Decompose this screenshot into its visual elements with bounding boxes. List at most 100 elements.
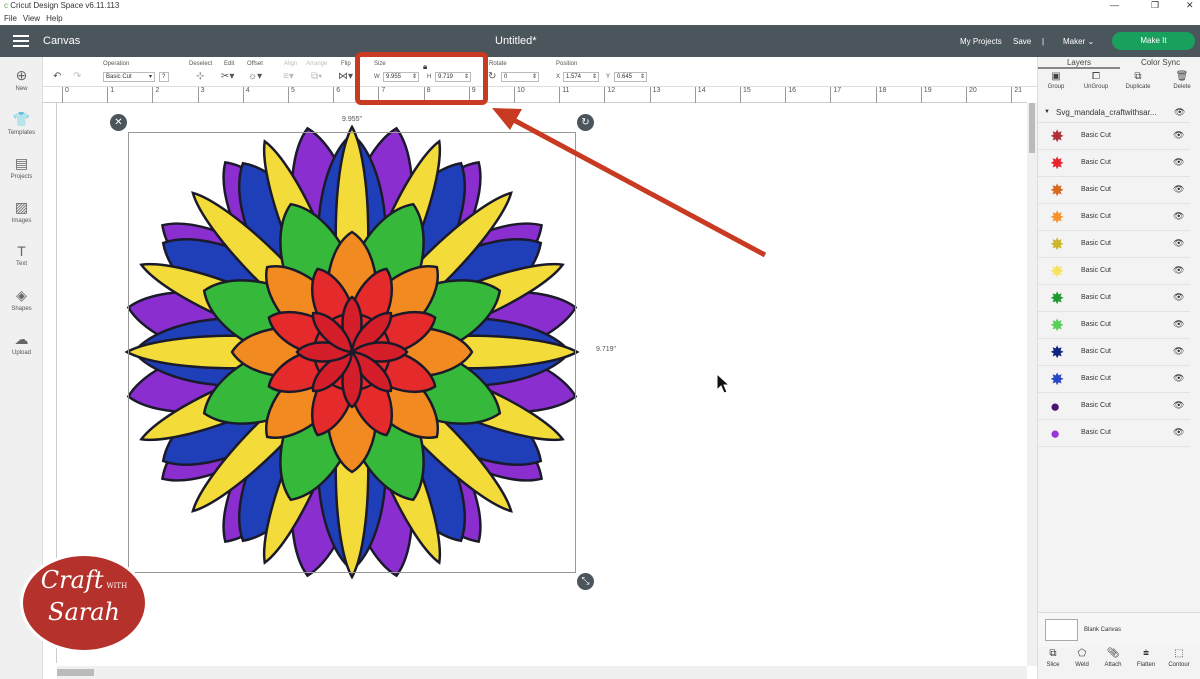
layer-thumbnail-icon: ✸ — [1050, 316, 1065, 335]
layer-name: Basic Cut — [1081, 348, 1111, 355]
sidebar-item-images[interactable]: ▨ Images — [0, 199, 43, 224]
weld-button[interactable]: ⬠ Weld — [1066, 648, 1098, 668]
flip-label: Flip — [341, 61, 351, 67]
top-header: Canvas Untitled* My Projects Save | Make… — [0, 25, 1200, 57]
flatten-button[interactable]: ⩧ Flatten — [1130, 648, 1162, 668]
x-value: 1.574 — [566, 74, 582, 80]
resize-handle-icon[interactable]: ⤡ — [577, 573, 594, 590]
layer-thumbnail-icon: ✸ — [1050, 289, 1065, 308]
vertical-scrollbar[interactable] — [1027, 103, 1037, 666]
eye-icon[interactable]: 👁︎ — [1173, 238, 1184, 249]
deselect-icon[interactable]: ⊹ — [196, 71, 204, 82]
y-label: Y — [606, 74, 611, 80]
eye-icon[interactable]: 👁︎ — [1173, 265, 1184, 276]
make-it-label: Make It — [1140, 36, 1167, 45]
layer-thumbnail-icon: ✸ — [1050, 154, 1065, 173]
layer-name: Basic Cut — [1081, 402, 1111, 409]
rotate-input[interactable]: 0 ⇕ — [501, 72, 539, 82]
layer-row[interactable]: ✸ Basic Cut 👁︎ — [1038, 150, 1190, 177]
layers-panel: Layers Color Sync ▣ Group ⧠ UnGroup ⧉ Dupli… — [1037, 57, 1200, 679]
close-window-button[interactable]: ✕ — [1186, 0, 1194, 11]
contour-label: Contour — [1168, 662, 1190, 668]
machine-select[interactable]: Maker ⌄ — [1063, 37, 1094, 46]
group-icon: ▣ — [1051, 71, 1061, 82]
expand-caret-icon[interactable]: ▼ — [1044, 109, 1050, 115]
save-button[interactable]: Save — [1013, 37, 1031, 46]
rotate-label: Rotate — [489, 61, 507, 67]
arrange-icon[interactable]: ⧉▾ — [311, 71, 322, 82]
menu-help[interactable]: Help — [46, 14, 62, 23]
slice-button[interactable]: ⧉ Slice — [1037, 648, 1069, 668]
menu-view[interactable]: View — [23, 14, 40, 23]
eye-icon[interactable]: 👁︎ — [1173, 211, 1184, 222]
sidebar-item-label: Text — [15, 261, 27, 267]
layer-row[interactable]: ✸ Basic Cut 👁︎ — [1038, 312, 1190, 339]
eye-icon[interactable]: 👁︎ — [1173, 184, 1184, 195]
sidebar-item-shapes[interactable]: ◈ Shapes — [0, 287, 43, 312]
help-button[interactable]: ? — [159, 72, 169, 82]
blank-canvas-row[interactable]: Blank Canvas — [1038, 612, 1200, 647]
layer-row[interactable]: ✸ Basic Cut 👁︎ — [1038, 123, 1190, 150]
eye-icon[interactable]: 👁︎ — [1173, 319, 1184, 330]
hamburger-menu-icon[interactable] — [13, 35, 29, 47]
operation-select[interactable]: Basic Cut ▾ — [103, 72, 155, 82]
layer-name: Basic Cut — [1081, 240, 1111, 247]
layer-row[interactable]: ● Basic Cut 👁︎ — [1038, 420, 1190, 447]
eye-icon[interactable]: 👁︎ — [1173, 157, 1184, 168]
duplicate-button[interactable]: ⧉ Duplicate — [1118, 71, 1158, 90]
offset-icon[interactable]: ☼▾ — [248, 71, 262, 82]
layer-row[interactable]: ✸ Basic Cut 👁︎ — [1038, 204, 1190, 231]
contour-button[interactable]: ⬚ Contour — [1163, 648, 1195, 668]
ungroup-icon: ⧠ — [1092, 71, 1100, 82]
flatten-label: Flatten — [1136, 662, 1156, 668]
flip-icon[interactable]: ⋈▾ — [338, 71, 353, 82]
make-it-button[interactable]: Make It — [1112, 32, 1195, 50]
minimize-button[interactable]: — — [1110, 0, 1119, 10]
layer-name: Basic Cut — [1081, 132, 1111, 139]
eye-icon[interactable]: 👁︎ — [1173, 346, 1184, 357]
layer-row[interactable]: ✸ Basic Cut 👁︎ — [1038, 366, 1190, 393]
menu-file[interactable]: File — [4, 14, 17, 23]
layer-row[interactable]: ✸ Basic Cut 👁︎ — [1038, 231, 1190, 258]
eye-icon[interactable]: 👁︎ — [1173, 427, 1184, 438]
x-input[interactable]: 1.574 ⇕ — [563, 72, 599, 82]
edit-scissors-icon[interactable]: ✂▾ — [221, 71, 234, 82]
delete-handle-icon[interactable]: ✕ — [110, 114, 127, 131]
eye-icon[interactable]: 👁︎ — [1173, 373, 1184, 384]
sidebar-item-new[interactable]: ⊕ New — [0, 67, 43, 92]
maximize-button[interactable]: ❐ — [1151, 0, 1159, 11]
ruler-tick: 5 — [288, 87, 295, 103]
y-input[interactable]: 0.645 ⇕ — [614, 72, 647, 82]
horizontal-scrollbar[interactable] — [57, 666, 1027, 679]
undo-icon[interactable]: ↶ — [53, 71, 61, 82]
eye-icon[interactable]: 👁︎ — [1174, 107, 1185, 118]
group-button[interactable]: ▣ Group — [1036, 71, 1076, 90]
sidebar-item-text[interactable]: T Text — [0, 243, 43, 267]
layer-row[interactable]: ✸ Basic Cut 👁︎ — [1038, 339, 1190, 366]
tab-layers[interactable]: Layers — [1038, 57, 1120, 69]
ruler-tick: 3 — [197, 87, 205, 103]
align-icon[interactable]: ≡▾ — [283, 71, 294, 82]
sidebar-item-upload[interactable]: ☁ Upload — [0, 331, 43, 356]
sidebar-item-label: Shapes — [11, 306, 32, 312]
ungroup-button[interactable]: ⧠ UnGroup — [1076, 71, 1116, 90]
layer-thumbnail-icon: ✸ — [1050, 370, 1065, 389]
sidebar-item-projects[interactable]: ▤ Projects — [0, 155, 43, 180]
eye-icon[interactable]: 👁︎ — [1173, 400, 1184, 411]
eye-icon[interactable]: 👁︎ — [1173, 130, 1184, 141]
redo-icon[interactable]: ↷ — [73, 71, 81, 82]
tab-color-sync[interactable]: Color Sync — [1120, 57, 1200, 69]
layer-row[interactable]: ● Basic Cut 👁︎ — [1038, 393, 1190, 420]
sidebar-item-label: Projects — [10, 174, 33, 180]
my-projects-link[interactable]: My Projects — [960, 37, 1002, 46]
eye-icon[interactable]: 👁︎ — [1173, 292, 1184, 303]
layer-row[interactable]: ✸ Basic Cut 👁︎ — [1038, 177, 1190, 204]
layer-group-row[interactable]: ▼ Svg_mandala_craftwithsar... 👁︎ — [1038, 103, 1190, 123]
layer-row[interactable]: ✸ Basic Cut 👁︎ — [1038, 258, 1190, 285]
layer-row[interactable]: ✸ Basic Cut 👁︎ — [1038, 285, 1190, 312]
rotate-value: 0 — [504, 74, 508, 80]
deselect-label: Deselect — [189, 61, 213, 67]
delete-button[interactable]: 🗑︎ Delete — [1162, 71, 1200, 90]
attach-button[interactable]: 📎︎ Attach — [1097, 648, 1129, 668]
sidebar-item-templates[interactable]: 👕 Templates — [0, 111, 43, 136]
